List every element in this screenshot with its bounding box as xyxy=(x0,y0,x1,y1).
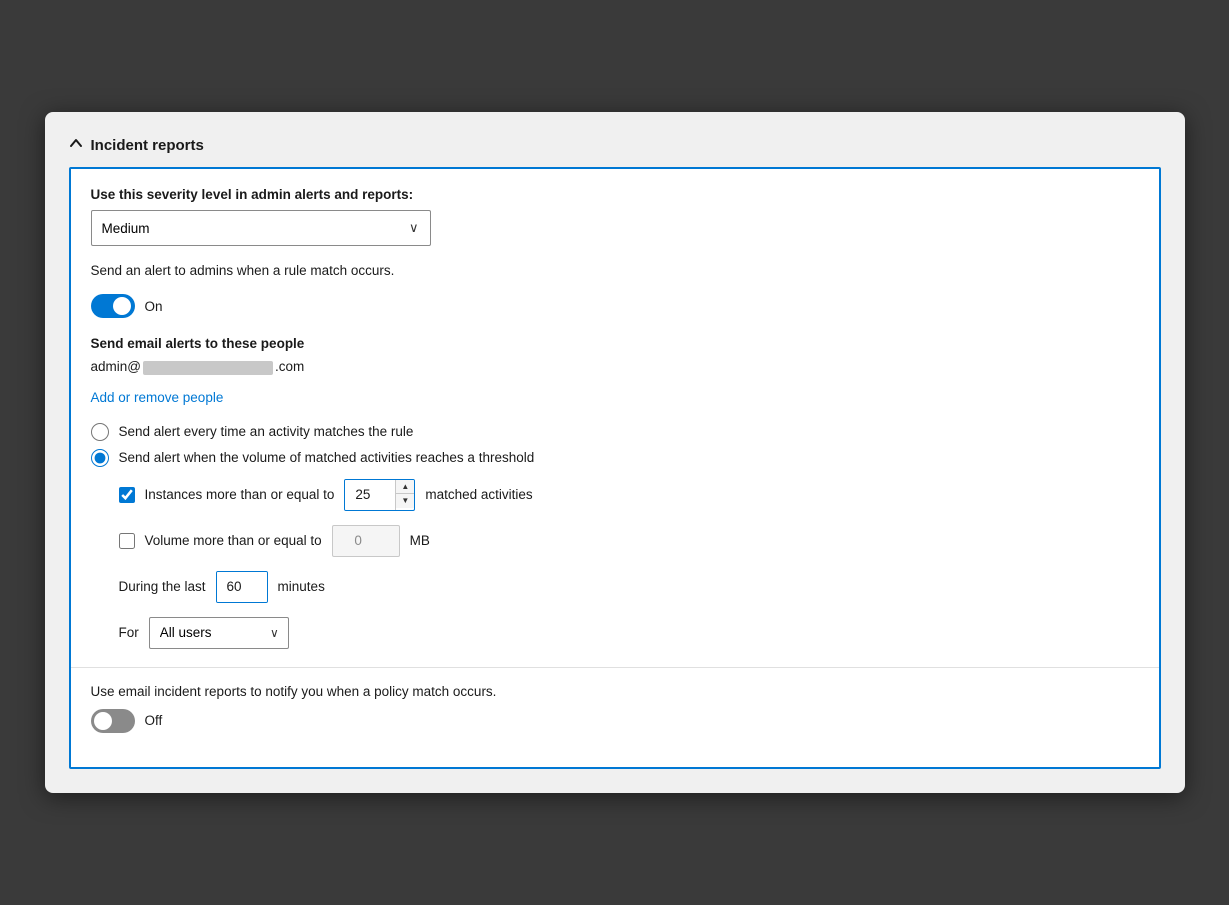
during-label: During the last xyxy=(119,579,206,594)
volume-checkbox[interactable] xyxy=(119,533,135,549)
toggle-on-row: On xyxy=(91,294,1139,318)
email-people-section: Send email alerts to these people admin@… xyxy=(91,336,1139,374)
minutes-label: minutes xyxy=(278,579,325,594)
main-container: Incident reports Use this severity level… xyxy=(45,112,1185,792)
toggle-off-row: Off xyxy=(91,709,1139,733)
for-row: For All users Specific users xyxy=(119,617,1139,649)
section-title: Incident reports xyxy=(91,137,204,154)
toggle-off-label: Off xyxy=(145,713,163,728)
severity-label: Use this severity level in admin alerts … xyxy=(91,187,1139,202)
alert-toggle[interactable] xyxy=(91,294,135,318)
matched-activities-label: matched activities xyxy=(425,487,532,502)
radio-threshold-label: Send alert when the volume of matched ac… xyxy=(119,450,535,465)
volume-input xyxy=(332,525,400,557)
alert-admin-row: Send an alert to admins when a rule matc… xyxy=(91,262,1139,280)
volume-unit: MB xyxy=(410,533,430,548)
radio-threshold[interactable] xyxy=(91,449,109,467)
incident-reports-box: Use this severity level in admin alerts … xyxy=(69,167,1161,768)
radio-every-time[interactable] xyxy=(91,423,109,441)
toggle-off-knob xyxy=(94,712,112,730)
instances-row: Instances more than or equal to ▲ ▼ matc… xyxy=(119,479,1139,511)
severity-section: Use this severity level in admin alerts … xyxy=(91,187,1139,246)
alert-admin-text: Send an alert to admins when a rule matc… xyxy=(91,263,395,278)
radio-every-time-label: Send alert every time an activity matche… xyxy=(119,424,414,439)
spinner-up-btn[interactable]: ▲ xyxy=(396,480,414,494)
add-remove-people-link[interactable]: Add or remove people xyxy=(91,390,224,405)
instances-input[interactable] xyxy=(345,480,395,510)
spinner-down-btn[interactable]: ▼ xyxy=(396,494,414,508)
radio-row-threshold: Send alert when the volume of matched ac… xyxy=(91,449,1139,467)
chevron-up-icon xyxy=(69,136,83,155)
severity-select[interactable]: Low Medium High xyxy=(91,210,431,246)
radio-row-every-time: Send alert every time an activity matche… xyxy=(91,423,1139,441)
instances-spinner: ▲ ▼ xyxy=(344,479,415,511)
radio-group: Send alert every time an activity matche… xyxy=(91,423,1139,467)
for-label: For xyxy=(119,625,139,640)
email-redacted xyxy=(143,361,273,375)
instances-checkbox[interactable] xyxy=(119,487,135,503)
for-select[interactable]: All users Specific users xyxy=(149,617,289,649)
email-suffix: .com xyxy=(275,359,304,374)
section-header: Incident reports xyxy=(69,136,1161,155)
for-select-wrapper: All users Specific users xyxy=(149,617,289,649)
email-people-label: Send email alerts to these people xyxy=(91,336,1139,351)
severity-select-wrapper: Low Medium High xyxy=(91,210,431,246)
volume-row: Volume more than or equal to MB xyxy=(119,525,1139,557)
bottom-section: Use email incident reports to notify you… xyxy=(71,667,1159,767)
during-row: During the last minutes xyxy=(119,571,1139,603)
minutes-spinner xyxy=(216,571,268,603)
email-address-row: admin@ .com xyxy=(91,359,1139,374)
toggle-on-label: On xyxy=(145,299,163,314)
bottom-text: Use email incident reports to notify you… xyxy=(91,684,1139,699)
minutes-input[interactable] xyxy=(217,572,267,602)
email-prefix: admin@ xyxy=(91,359,141,374)
instances-label: Instances more than or equal to xyxy=(145,487,335,502)
toggle-knob xyxy=(113,297,131,315)
threshold-section: Instances more than or equal to ▲ ▼ matc… xyxy=(119,479,1139,649)
spinner-buttons: ▲ ▼ xyxy=(395,480,414,510)
volume-label: Volume more than or equal to xyxy=(145,533,322,548)
incident-report-toggle[interactable] xyxy=(91,709,135,733)
